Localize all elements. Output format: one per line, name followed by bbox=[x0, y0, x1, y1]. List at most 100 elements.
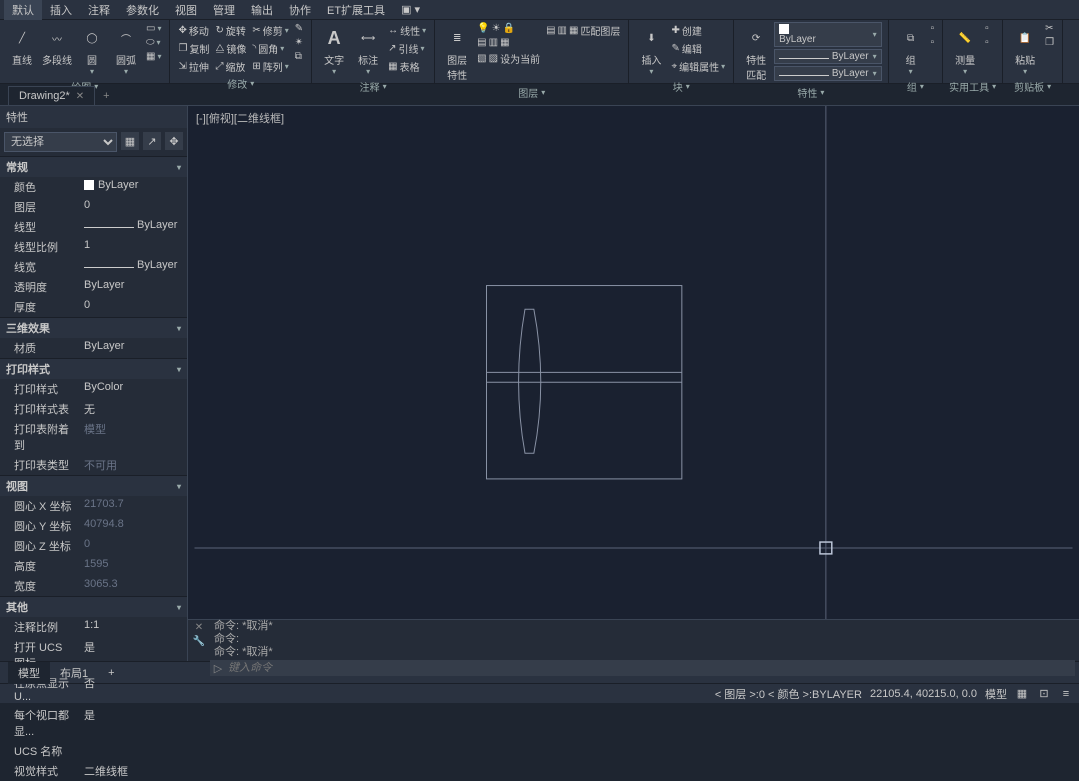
linetype-combo[interactable]: ByLayer▾ bbox=[774, 66, 881, 81]
prop-value[interactable]: 40794.8 bbox=[80, 516, 187, 536]
layout-tab-1[interactable]: 布局1 bbox=[50, 662, 98, 684]
erase-button[interactable]: ✎ bbox=[293, 22, 305, 35]
copy-button[interactable]: ❐复制 bbox=[176, 40, 211, 57]
chevron-down-icon[interactable]: ▾ bbox=[1047, 82, 1051, 91]
layer-tools-2[interactable]: ▧▨设为当前 bbox=[475, 50, 542, 67]
edit-block-button[interactable]: ✎编辑 bbox=[669, 40, 727, 57]
viewport[interactable]: [-][俯视][二维线框] bbox=[188, 106, 1079, 619]
prop-value[interactable]: ByLayer bbox=[80, 277, 187, 297]
menu-manage[interactable]: 管理 bbox=[205, 0, 243, 20]
prop-row[interactable]: 打印表类型不可用 bbox=[0, 455, 187, 475]
prop-row[interactable]: 打印样式ByColor bbox=[0, 379, 187, 399]
prop-value[interactable]: ByLayer bbox=[80, 217, 187, 237]
prop-row[interactable]: 圆心 X 坐标21703.7 bbox=[0, 496, 187, 516]
menu-output[interactable]: 输出 bbox=[243, 0, 281, 20]
arc-button[interactable]: ⌒圆弧▾ bbox=[110, 22, 142, 78]
chevron-down-icon[interactable]: ▾ bbox=[383, 82, 387, 91]
prop-section-header[interactable]: 常规▾ bbox=[0, 156, 187, 177]
create-block-button[interactable]: ✚创建 bbox=[669, 22, 727, 39]
edit-attr-button[interactable]: ⌖编辑属性▾ bbox=[669, 58, 727, 75]
layout-tab-model[interactable]: 模型 bbox=[8, 662, 50, 684]
menu-et[interactable]: ET扩展工具 bbox=[319, 0, 393, 20]
util-tool-2[interactable]: ▫ bbox=[983, 36, 991, 49]
prop-row[interactable]: 视觉样式二维线框 bbox=[0, 761, 187, 781]
prop-value[interactable]: 1 bbox=[80, 237, 187, 257]
menu-view[interactable]: 视图 bbox=[167, 0, 205, 20]
trim-button[interactable]: ✂修剪▾ bbox=[250, 22, 290, 39]
measure-button[interactable]: 📏测量▾ bbox=[949, 22, 981, 78]
group-tool-2[interactable]: ▫ bbox=[929, 36, 937, 49]
prop-row[interactable]: 线型 ByLayer bbox=[0, 217, 187, 237]
prop-section-header[interactable]: 视图▾ bbox=[0, 475, 187, 496]
quick-select-button[interactable]: ▦ bbox=[121, 132, 139, 150]
text-button[interactable]: A文字▾ bbox=[318, 22, 350, 78]
new-tab-button[interactable]: + bbox=[95, 87, 117, 105]
stretch-button[interactable]: ⇲拉伸 bbox=[176, 58, 211, 75]
match-properties-button[interactable]: ⟳特性 匹配 bbox=[740, 22, 772, 84]
lineweight-combo[interactable]: ByLayer▾ bbox=[774, 49, 881, 64]
prop-value[interactable]: 不可用 bbox=[80, 455, 187, 475]
prop-value[interactable]: ByColor bbox=[80, 379, 187, 399]
group-button[interactable]: ⧉组▾ bbox=[895, 22, 927, 78]
menu-insert[interactable]: 插入 bbox=[42, 0, 80, 20]
prop-value[interactable]: 模型 bbox=[80, 419, 187, 455]
selection-dropdown[interactable]: 无选择 bbox=[4, 132, 117, 152]
prop-value[interactable]: 二维线框 bbox=[80, 761, 187, 781]
document-tab[interactable]: Drawing2* ✕ bbox=[8, 86, 95, 105]
move-button[interactable]: ✥移动 bbox=[176, 22, 211, 39]
table-button[interactable]: ▦表格 bbox=[386, 58, 428, 75]
prop-row[interactable]: 每个视口都显...是 bbox=[0, 705, 187, 741]
grid-icon[interactable]: ▦ bbox=[1015, 687, 1029, 701]
linear-button[interactable]: ↔线性▾ bbox=[386, 22, 428, 39]
layer-tools-1[interactable]: ▤▥▦ bbox=[475, 36, 542, 49]
chevron-down-icon[interactable]: ▾ bbox=[686, 82, 690, 91]
hatch-button[interactable]: ▦▾ bbox=[144, 50, 163, 63]
prop-row[interactable]: 颜色ByLayer bbox=[0, 177, 187, 197]
prop-value[interactable]: 21703.7 bbox=[80, 496, 187, 516]
menu-default[interactable]: 默认 bbox=[4, 0, 42, 20]
group-tool-1[interactable]: ▫ bbox=[929, 22, 937, 35]
copy-clip-button[interactable]: ❐ bbox=[1043, 36, 1056, 49]
matchlayer-button[interactable]: 设为当前 bbox=[500, 51, 540, 66]
prop-section-header[interactable]: 打印样式▾ bbox=[0, 358, 187, 379]
command-input[interactable] bbox=[226, 660, 1075, 676]
pick-add-button[interactable]: ↗ bbox=[143, 132, 161, 150]
viewport-label[interactable]: [-][俯视][二维线框] bbox=[196, 110, 284, 126]
prop-row[interactable]: 高度1595 bbox=[0, 556, 187, 576]
array-button[interactable]: ⊞阵列▾ bbox=[250, 58, 290, 75]
prop-row[interactable]: 圆心 Y 坐标40794.8 bbox=[0, 516, 187, 536]
prop-value[interactable]: 0 bbox=[80, 197, 187, 217]
prop-value[interactable]: 1:1 bbox=[80, 617, 187, 637]
prop-value[interactable]: ByLayer bbox=[80, 338, 187, 358]
close-icon[interactable]: ✕ bbox=[76, 91, 84, 102]
line-button[interactable]: ╱直线 bbox=[6, 22, 38, 69]
prop-row[interactable]: 材质ByLayer bbox=[0, 338, 187, 358]
paste-button[interactable]: 📋粘贴▾ bbox=[1009, 22, 1041, 78]
chevron-down-icon[interactable]: ▾ bbox=[250, 79, 254, 88]
layer-tools-3[interactable]: ▤▥▦匹配图层 bbox=[544, 22, 622, 39]
prop-value[interactable]: 是 bbox=[80, 705, 187, 741]
offset-button[interactable]: ⧉ bbox=[293, 50, 305, 63]
layer-properties-button[interactable]: ≣图层 特性 bbox=[441, 22, 473, 84]
prop-row[interactable]: 图层0 bbox=[0, 197, 187, 217]
prop-value[interactable]: 无 bbox=[80, 399, 187, 419]
cut-button[interactable]: ✂ bbox=[1043, 22, 1056, 35]
menu-icon[interactable]: ≡ bbox=[1059, 687, 1073, 701]
prop-section-header[interactable]: 其他▾ bbox=[0, 596, 187, 617]
prop-row[interactable]: 线型比例1 bbox=[0, 237, 187, 257]
prop-row[interactable]: UCS 名称 bbox=[0, 741, 187, 761]
menu-expand-icon[interactable]: ▣ ▾ bbox=[393, 1, 428, 18]
chevron-down-icon[interactable]: ▾ bbox=[541, 88, 545, 97]
leader-button[interactable]: ↗引线▾ bbox=[386, 40, 428, 57]
prop-row[interactable]: 透明度ByLayer bbox=[0, 277, 187, 297]
fillet-button[interactable]: ◝圆角▾ bbox=[250, 40, 290, 57]
prop-section-header[interactable]: 三维效果▾ bbox=[0, 317, 187, 338]
rotate-button[interactable]: ↻旋转 bbox=[213, 22, 248, 39]
menu-collab[interactable]: 协作 bbox=[281, 0, 319, 20]
prop-value[interactable]: 3065.3 bbox=[80, 576, 187, 596]
util-tool-1[interactable]: ▫ bbox=[983, 22, 991, 35]
rect-button[interactable]: ▭▾ bbox=[144, 22, 163, 35]
prop-row[interactable]: 注释比例1:1 bbox=[0, 617, 187, 637]
color-combo[interactable]: ByLayer▾ bbox=[774, 22, 881, 47]
prop-value[interactable] bbox=[80, 741, 187, 761]
